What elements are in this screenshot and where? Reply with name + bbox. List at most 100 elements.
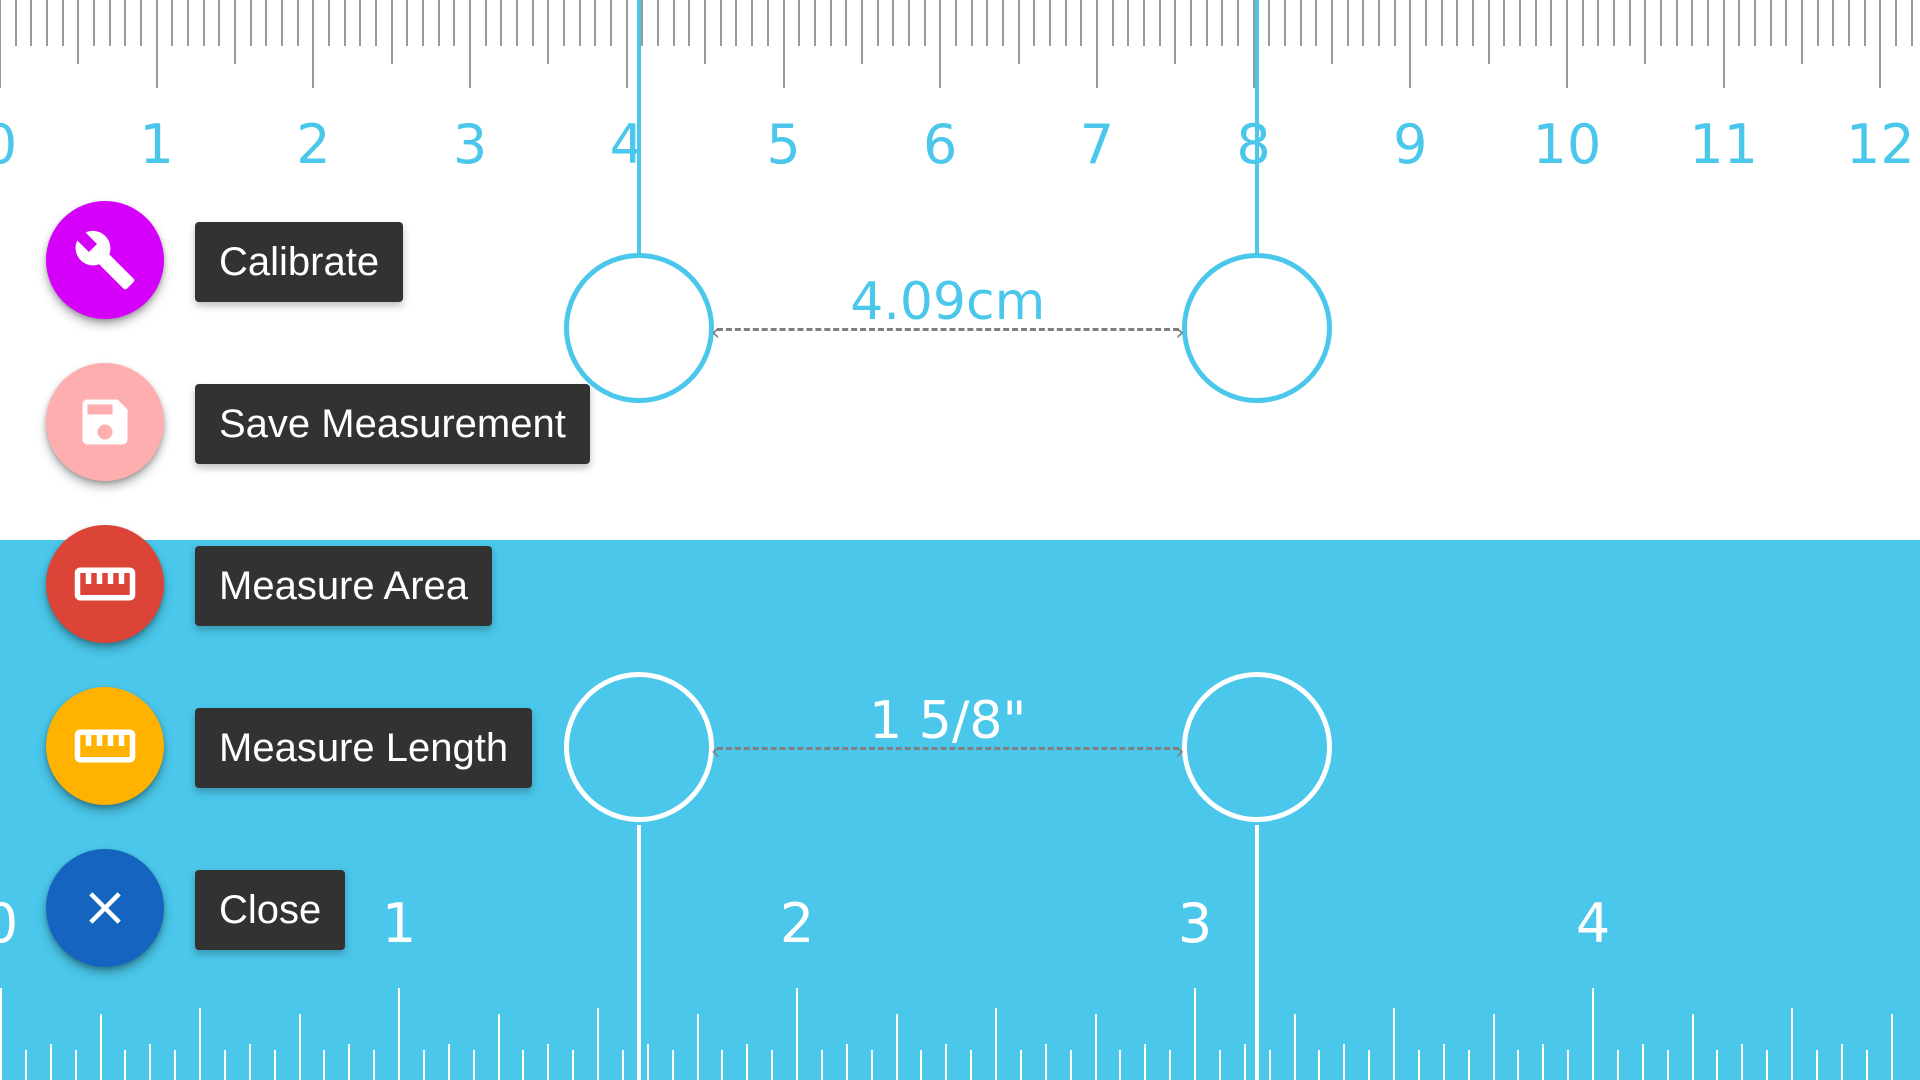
cm-tick: [1424, 0, 1427, 46]
cm-tick: [281, 0, 284, 46]
cm-tick: [469, 0, 472, 88]
calibrate-label[interactable]: Calibrate: [195, 222, 404, 302]
cm-tick: [1393, 0, 1396, 46]
cm-tick: [484, 0, 487, 46]
cm-tick: [547, 0, 550, 64]
inch-handle-start[interactable]: [563, 672, 714, 822]
inch-tick: [547, 1044, 550, 1080]
cm-tick: [1534, 0, 1537, 46]
cm-tick: [578, 0, 581, 46]
cm-tick: [1221, 0, 1224, 46]
cm-tick: [1644, 0, 1647, 64]
inch-tick: [671, 1050, 674, 1080]
cm-tick: [1581, 0, 1584, 46]
inch-tick: [1343, 1044, 1346, 1080]
measure-length-label[interactable]: Measure Length: [195, 708, 533, 788]
cm-tick: [265, 0, 268, 46]
cm-tick: [0, 0, 1, 88]
cm-tick: [876, 0, 879, 46]
cm-tick: [923, 0, 926, 46]
cm-tick: [46, 0, 48, 46]
cm-tick: [359, 0, 362, 46]
inch-ruler-number: 2: [779, 892, 815, 955]
cm-tick: [1440, 0, 1443, 46]
inch-tick: [1293, 1014, 1296, 1080]
measure-area-label[interactable]: Measure Area: [195, 546, 493, 626]
inch-tick: [1393, 1008, 1395, 1080]
inch-tick: [1691, 1014, 1694, 1080]
cm-tick: [155, 0, 158, 88]
cm-tick: [1236, 0, 1239, 46]
inch-tick: [422, 1050, 425, 1080]
cm-tick: [453, 0, 456, 46]
cm-tick: [1142, 0, 1145, 46]
inch-tick: [522, 1050, 525, 1080]
save-measurement-button[interactable]: [46, 363, 164, 481]
cm-tick: [1503, 0, 1506, 46]
cm-measure-line-end: [1254, 0, 1259, 255]
cm-tick: [1174, 0, 1177, 64]
close-button[interactable]: [46, 849, 164, 967]
inch-tick: [348, 1044, 351, 1080]
cm-tick: [845, 0, 848, 46]
cm-tick: [296, 0, 299, 46]
inch-tick: [696, 1014, 699, 1080]
cm-handle-start[interactable]: [563, 253, 714, 403]
cm-ruler-number: 11: [1689, 113, 1759, 176]
inch-tick: [447, 1044, 450, 1080]
cm-tick: [1001, 0, 1004, 46]
cm-tick: [328, 0, 331, 46]
inch-tick: [99, 1014, 102, 1080]
save-measurement-label[interactable]: Save Measurement: [195, 384, 590, 464]
cm-tick: [1566, 0, 1568, 88]
cm-tick: [1377, 0, 1380, 46]
inch-tick: [1890, 1014, 1893, 1080]
cm-tick: [1471, 0, 1474, 46]
cm-tick: [140, 0, 143, 46]
inch-tick: [223, 1050, 226, 1080]
inch-tick: [1218, 1050, 1221, 1080]
inch-tick: [49, 1044, 52, 1080]
inch-tick: [149, 1044, 152, 1080]
inch-tick: [1442, 1044, 1445, 1080]
inch-handle-end[interactable]: [1181, 672, 1332, 822]
calibrate-button[interactable]: [46, 201, 164, 319]
cm-tick: [531, 0, 534, 46]
inch-tick: [970, 1050, 973, 1080]
cm-tick: [422, 0, 425, 46]
cm-tick: [30, 0, 33, 46]
cm-ruler-number: 6: [923, 113, 958, 176]
cm-tick: [954, 0, 957, 46]
inch-tick: [1616, 1050, 1619, 1080]
cm-tick: [1691, 0, 1694, 46]
cm-tick: [1064, 0, 1067, 46]
inch-tick: [796, 988, 798, 1080]
inch-tick: [1666, 1050, 1669, 1080]
cm-ruler-number: 2: [296, 113, 331, 176]
cm-ruler-number: 5: [766, 113, 801, 176]
cm-tick: [1832, 0, 1835, 46]
inch-tick: [1592, 988, 1594, 1080]
cm-ruler-number: 3: [452, 113, 488, 176]
inch-tick: [1069, 1050, 1072, 1080]
cm-tick: [1127, 0, 1130, 46]
cm-tick: [1738, 0, 1741, 46]
inch-tick: [995, 1008, 997, 1080]
close-label[interactable]: Close: [195, 870, 346, 950]
cm-tick: [1675, 0, 1678, 46]
inch-tick: [472, 1050, 475, 1080]
inch-tick: [298, 1014, 301, 1080]
cm-tick: [14, 0, 17, 46]
inch-tick: [771, 1050, 774, 1080]
cm-tick: [1722, 0, 1725, 88]
cm-tick: [782, 0, 785, 88]
cm-tick: [343, 0, 346, 46]
cm-tick: [1409, 0, 1412, 88]
cm-tick: [437, 0, 440, 46]
cm-tick: [406, 0, 409, 46]
cm-tick: [202, 0, 205, 46]
measure-length-button[interactable]: [46, 687, 164, 805]
cm-tick: [1017, 0, 1020, 64]
measure-area-button[interactable]: [46, 525, 164, 643]
cm-handle-end[interactable]: [1181, 253, 1332, 403]
